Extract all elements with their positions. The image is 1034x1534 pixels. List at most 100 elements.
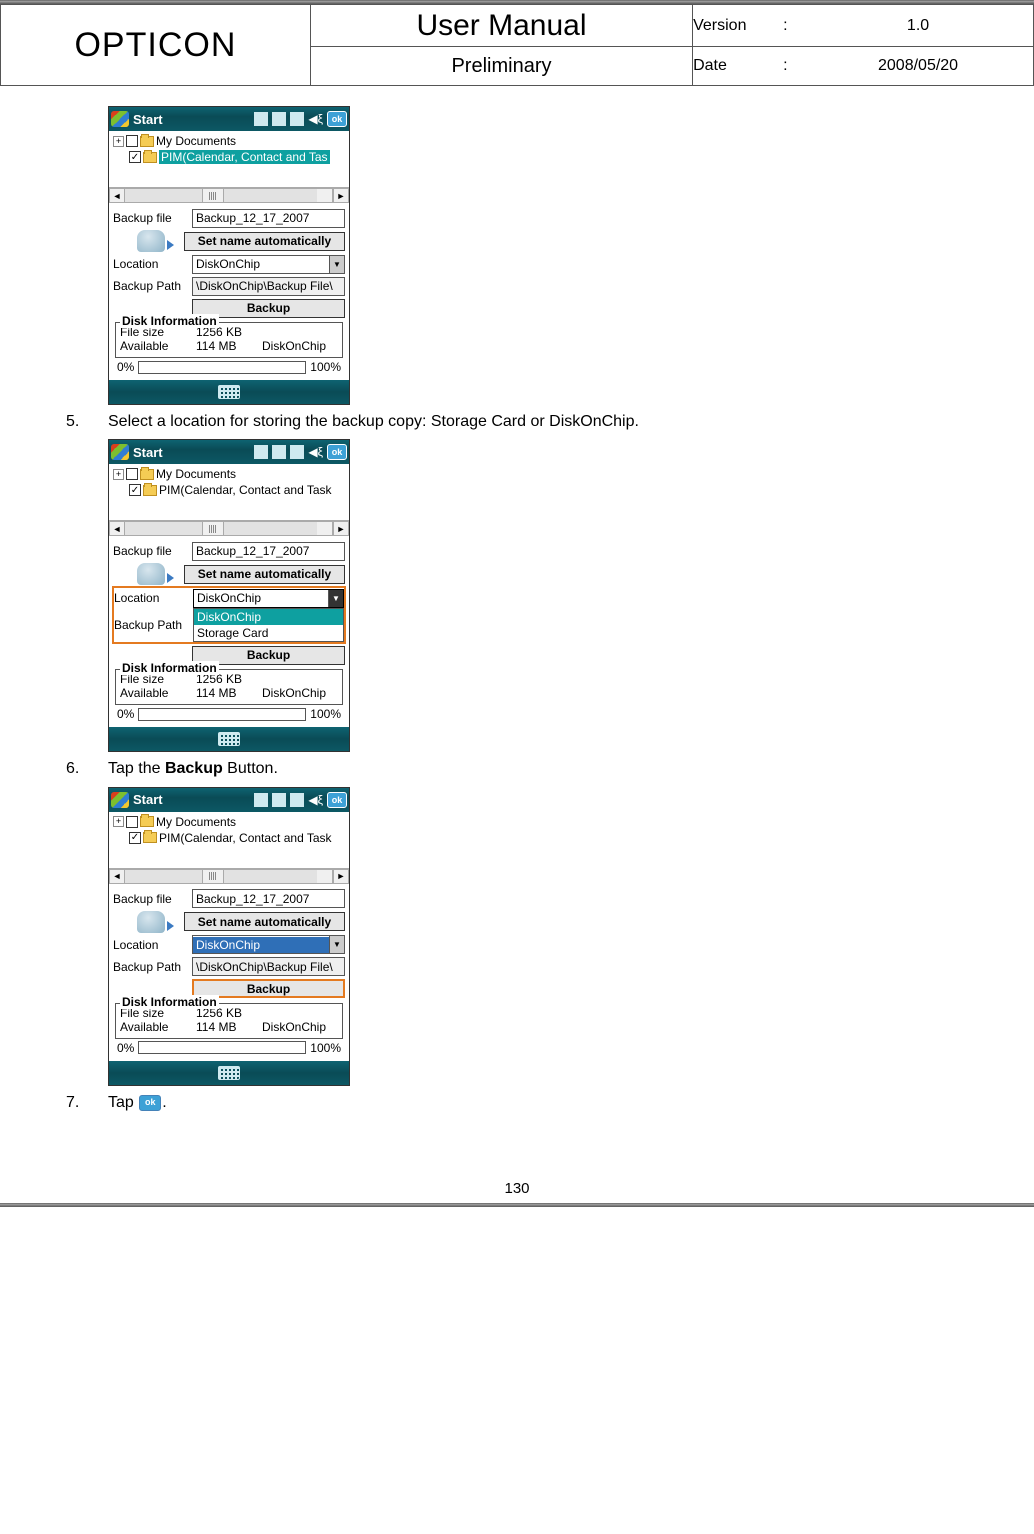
wm-bottombar	[109, 380, 349, 404]
tree-row-mydocs[interactable]: + My Documents	[111, 814, 347, 830]
ok-button[interactable]: ok	[327, 444, 347, 460]
available-label: Available	[120, 686, 196, 700]
location-label: Location	[113, 938, 188, 952]
set-name-auto-button[interactable]: Set name automatically	[184, 232, 345, 251]
battery-icon[interactable]	[290, 793, 304, 807]
tree-row-pim[interactable]: ✓ PIM(Calendar, Contact and Task	[111, 830, 347, 846]
tree-row-pim[interactable]: ✓ PIM(Calendar, Contact and Task	[111, 482, 347, 498]
keyboard-icon[interactable]	[218, 385, 240, 399]
scroll-gap	[317, 521, 333, 536]
tree-label: My Documents	[156, 134, 236, 148]
page-number: 130	[0, 1140, 1034, 1203]
scroll-left-button[interactable]: ◄	[109, 869, 125, 884]
backup-path-input[interactable]: \DiskOnChip\Backup File\	[192, 957, 345, 976]
form-area: Backup file Backup_12_17_2007 Set name a…	[109, 536, 349, 727]
tree-view[interactable]: + My Documents ✓ PIM(Calendar, Contact a…	[109, 812, 349, 868]
expand-icon[interactable]: +	[113, 136, 124, 147]
battery-icon[interactable]	[290, 112, 304, 126]
database-icon	[137, 563, 165, 585]
scroll-gap	[317, 869, 333, 884]
checkbox-checked[interactable]: ✓	[129, 832, 141, 844]
scroll-left-button[interactable]: ◄	[109, 521, 125, 536]
backup-path-label: Backup Path	[114, 618, 189, 632]
location-combo-open[interactable]: DiskOnChip ▼	[193, 589, 344, 608]
disk-info-legend: Disk Information	[120, 661, 219, 675]
backup-file-input[interactable]: Backup_12_17_2007	[192, 542, 345, 561]
set-name-auto-button[interactable]: Set name automatically	[184, 565, 345, 584]
signal-icon[interactable]	[254, 445, 268, 459]
speaker-icon[interactable]: ◀ξ	[308, 793, 323, 807]
wm-titlebar: Start ◀ξ ok	[109, 788, 349, 812]
keyboard-icon[interactable]	[218, 732, 240, 746]
tree-view[interactable]: + My Documents ✓ PIM(Calendar, Contact a…	[109, 464, 349, 520]
set-name-auto-button[interactable]: Set name automatically	[184, 912, 345, 931]
location-combo[interactable]: DiskOnChip ▼	[192, 255, 345, 274]
scroll-thumb[interactable]	[202, 189, 224, 202]
combo-option-diskonchip[interactable]: DiskOnChip	[194, 609, 343, 625]
form-area: Backup file Backup_12_17_2007 Set name a…	[109, 884, 349, 1061]
progress-row: 0% 100%	[113, 360, 345, 376]
folder-icon	[143, 832, 157, 843]
progress-right: 100%	[310, 707, 341, 721]
expand-icon[interactable]: +	[113, 816, 124, 827]
expand-icon[interactable]: +	[113, 469, 124, 480]
start-button[interactable]: Start	[133, 112, 163, 127]
disk-info-legend: Disk Information	[120, 314, 219, 328]
start-button[interactable]: Start	[133, 792, 163, 807]
chevron-down-icon[interactable]: ▼	[328, 590, 343, 607]
checkbox-unchecked[interactable]	[126, 135, 138, 147]
combo-option-storagecard[interactable]: Storage Card	[194, 625, 343, 641]
location-label: Location	[114, 591, 189, 605]
chevron-down-icon[interactable]: ▼	[329, 936, 344, 953]
folder-icon	[140, 136, 154, 147]
horizontal-scrollbar[interactable]: ◄ ►	[109, 868, 349, 884]
version-label: Version	[693, 17, 783, 35]
start-button[interactable]: Start	[133, 445, 163, 460]
chevron-down-icon[interactable]: ▼	[329, 256, 344, 273]
logo-cell: OPTICON	[1, 5, 311, 86]
scroll-right-button[interactable]: ►	[333, 869, 349, 884]
sync-icon[interactable]	[272, 445, 286, 459]
speaker-icon[interactable]: ◀ξ	[308, 112, 323, 126]
tree-row-pim[interactable]: ✓ PIM(Calendar, Contact and Tas	[111, 149, 347, 165]
checkbox-unchecked[interactable]	[126, 816, 138, 828]
wm-window: Start ◀ξ ok + My Documents	[108, 439, 350, 752]
disk-info-legend: Disk Information	[120, 995, 219, 1009]
tree-row-mydocs[interactable]: + My Documents	[111, 133, 347, 149]
progress-row: 0% 100%	[113, 1041, 345, 1057]
backup-file-input[interactable]: Backup_12_17_2007	[192, 889, 345, 908]
scroll-thumb[interactable]	[202, 522, 224, 535]
windows-flag-icon[interactable]	[111, 111, 129, 127]
ok-button[interactable]: ok	[327, 792, 347, 808]
checkbox-checked[interactable]: ✓	[129, 484, 141, 496]
tree-view[interactable]: + My Documents ✓ PIM(Calendar, Contact a…	[109, 131, 349, 187]
scroll-thumb[interactable]	[202, 870, 224, 883]
location-dropdown-list[interactable]: DiskOnChip Storage Card	[193, 608, 344, 642]
scroll-right-button[interactable]: ►	[333, 521, 349, 536]
sync-icon[interactable]	[272, 112, 286, 126]
checkbox-checked[interactable]: ✓	[129, 151, 141, 163]
signal-icon[interactable]	[254, 112, 268, 126]
checkbox-unchecked[interactable]	[126, 468, 138, 480]
signal-icon[interactable]	[254, 793, 268, 807]
progress-right: 100%	[310, 1041, 341, 1055]
scroll-right-button[interactable]: ►	[333, 188, 349, 203]
horizontal-scrollbar[interactable]: ◄ ►	[109, 187, 349, 203]
keyboard-icon[interactable]	[218, 1066, 240, 1080]
sync-icon[interactable]	[272, 793, 286, 807]
tree-row-mydocs[interactable]: + My Documents	[111, 466, 347, 482]
backup-file-input[interactable]: Backup_12_17_2007	[192, 209, 345, 228]
database-icon	[137, 230, 165, 252]
location-combo[interactable]: DiskOnChip ▼	[192, 935, 345, 954]
tree-label: PIM(Calendar, Contact and Task	[159, 483, 332, 497]
horizontal-scrollbar[interactable]: ◄ ►	[109, 520, 349, 536]
ok-button[interactable]: ok	[327, 111, 347, 127]
windows-flag-icon[interactable]	[111, 792, 129, 808]
windows-flag-icon[interactable]	[111, 444, 129, 460]
battery-icon[interactable]	[290, 445, 304, 459]
backup-file-label: Backup file	[113, 211, 188, 225]
scroll-left-button[interactable]: ◄	[109, 188, 125, 203]
available-label: Available	[120, 1020, 196, 1034]
backup-path-input[interactable]: \DiskOnChip\Backup File\	[192, 277, 345, 296]
speaker-icon[interactable]: ◀ξ	[308, 445, 323, 459]
